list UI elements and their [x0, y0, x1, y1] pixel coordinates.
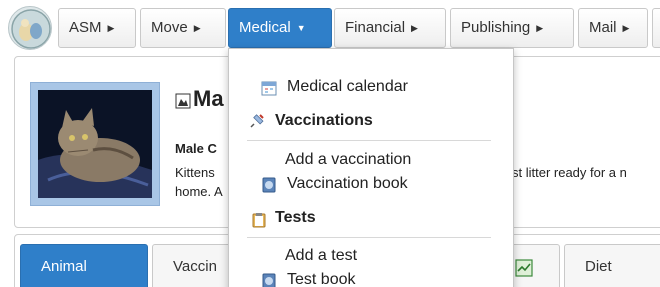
- caret-right-icon: ▶: [536, 23, 544, 33]
- menu-mail[interactable]: Mail ▶: [578, 8, 648, 48]
- vaccinations-header: Vaccinations: [275, 112, 373, 129]
- animal-type-icon: [175, 93, 191, 109]
- tab-diet-label: Diet: [585, 258, 612, 275]
- caret-right-icon: ▶: [193, 23, 201, 33]
- app-screen: ASM ▶ Move ▶ Medical ▼ Financial ▶ Publishin…: [0, 0, 660, 287]
- menu-asm-label: ASM: [69, 19, 102, 36]
- menu-financial-label: Financial: [345, 19, 406, 36]
- menu-financial[interactable]: Financial ▶: [334, 8, 446, 48]
- caret-right-icon: ▶: [622, 23, 630, 33]
- vaccination-book-item[interactable]: Vaccination book: [287, 175, 408, 193]
- menu-divider: [247, 140, 491, 141]
- syringe-icon: [250, 114, 264, 128]
- description-line-2: home. A: [175, 184, 223, 199]
- menu-medical[interactable]: Medical ▼: [228, 8, 332, 48]
- tab-diet[interactable]: Diet: [564, 244, 660, 287]
- add-test-item[interactable]: Add a test: [285, 247, 357, 265]
- tests-header: Tests: [275, 209, 316, 226]
- menu-move[interactable]: Move ▶: [140, 8, 226, 48]
- app-logo[interactable]: [8, 6, 52, 50]
- menu-move-label: Move: [151, 19, 188, 36]
- description-line-1b: st litter ready for a n: [512, 165, 627, 180]
- add-vaccination-item[interactable]: Add a vaccination: [285, 151, 411, 169]
- book-icon: [262, 273, 276, 287]
- logo-icon: [11, 9, 51, 49]
- medical-calendar-item[interactable]: Medical calendar: [287, 78, 408, 96]
- clipboard-icon: [252, 213, 266, 228]
- tab-vaccination-label: Vaccin: [173, 258, 217, 275]
- chart-icon: [515, 259, 533, 277]
- menu-publishing-label: Publishing: [461, 19, 531, 36]
- caret-right-icon: ▶: [107, 23, 115, 33]
- tab-animal[interactable]: Animal: [20, 244, 148, 287]
- medical-dropdown-menu: Medical calendar Vaccinations Add a vacc…: [228, 48, 514, 287]
- kitten-photo-icon: [38, 90, 152, 198]
- menu-publishing[interactable]: Publishing ▶: [450, 8, 574, 48]
- caret-right-icon: ▶: [411, 23, 418, 33]
- menu-medical-label: Medical: [239, 19, 291, 36]
- description-line-1a: Kittens: [175, 165, 215, 180]
- menu-mail-label: Mail: [589, 19, 617, 36]
- test-book-item[interactable]: Test book: [287, 271, 355, 287]
- menu-asm[interactable]: ASM ▶: [58, 8, 136, 48]
- animal-photo: [38, 90, 152, 198]
- animal-subtitle: Male C: [175, 141, 217, 156]
- menu-divider: [247, 237, 491, 238]
- tab-animal-label: Animal: [41, 258, 87, 275]
- calendar-icon: [261, 81, 277, 96]
- animal-photo-frame[interactable]: [30, 82, 160, 206]
- book-icon: [262, 177, 276, 193]
- menu-more[interactable]: [652, 8, 660, 48]
- caret-down-icon: ▼: [296, 23, 306, 33]
- animal-name: Ma: [193, 86, 224, 111]
